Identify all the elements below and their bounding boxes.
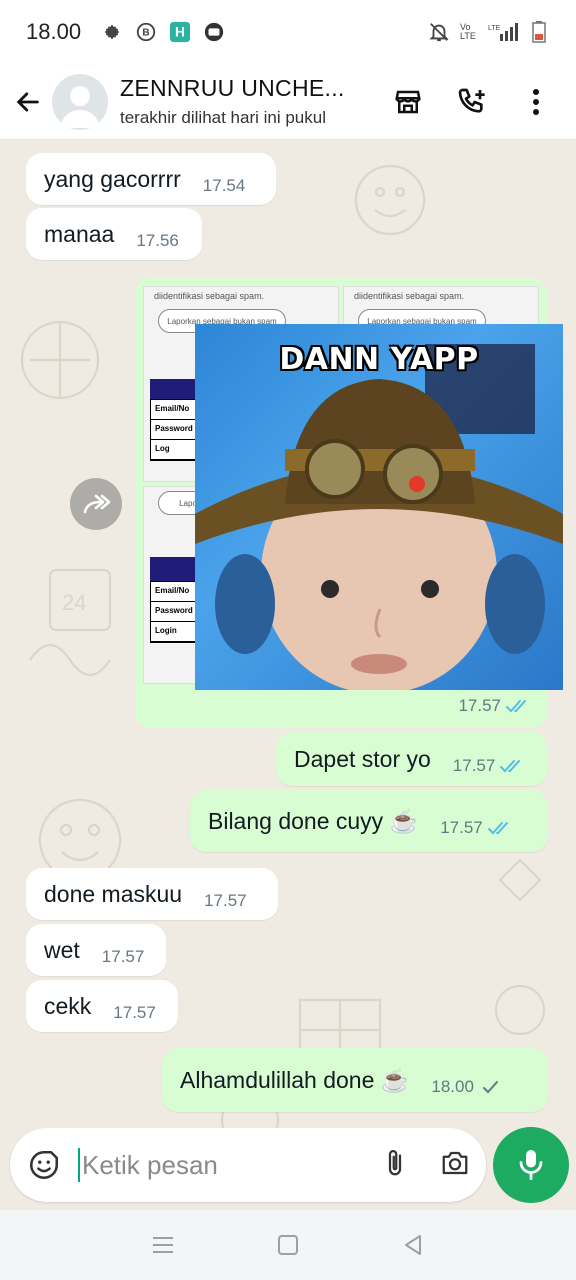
attach-icon[interactable] bbox=[380, 1146, 410, 1185]
status-time: 18.00 bbox=[26, 19, 82, 44]
svg-text:24: 24 bbox=[62, 590, 86, 615]
sent-tick-icon bbox=[482, 1081, 498, 1094]
back-arrow-icon[interactable] bbox=[6, 80, 50, 124]
volte-icon: Vo LTE bbox=[460, 22, 476, 41]
contact-name: ZENNRUU UNCHE... bbox=[120, 75, 345, 101]
message-time: 17.54 bbox=[202, 176, 246, 195]
message-incoming[interactable]: cekk 17.57 bbox=[26, 980, 178, 1032]
spam-text: diidentifikasi sebagai spam. bbox=[354, 291, 465, 301]
message-text: Alhamdulillah done ☕ bbox=[180, 1066, 410, 1093]
message-incoming[interactable]: done maskuu 17.57 bbox=[26, 868, 278, 920]
b-badge-icon: B bbox=[135, 21, 157, 43]
svg-text:LTE: LTE bbox=[488, 25, 501, 32]
meme-caption: DANN YAPP bbox=[279, 342, 479, 377]
read-ticks-icon bbox=[506, 700, 526, 713]
forward-icon[interactable] bbox=[70, 478, 122, 530]
message-composer: Ketik pesan bbox=[10, 1128, 486, 1202]
avatar[interactable] bbox=[52, 73, 108, 130]
message-input[interactable]: Ketik pesan bbox=[78, 1148, 318, 1182]
home-icon[interactable] bbox=[268, 1225, 308, 1265]
message-outgoing[interactable]: Dapet stor yo 17.57 bbox=[276, 732, 548, 786]
status-bar: 18.00 B H Vo LTE LTE bbox=[0, 0, 576, 64]
svg-text:B: B bbox=[142, 28, 149, 39]
settings-icon bbox=[101, 21, 123, 43]
message-time: 17.57 bbox=[204, 891, 247, 910]
read-ticks-icon bbox=[487, 822, 508, 835]
more-vert-icon[interactable] bbox=[520, 86, 552, 118]
message-input-placeholder: Ketik pesan bbox=[82, 1149, 218, 1180]
message-outgoing[interactable]: Bilang done cuyy ☕ 17.57 bbox=[190, 790, 548, 852]
add-call-icon[interactable] bbox=[456, 86, 488, 118]
message-incoming[interactable]: manaa 17.56 bbox=[26, 208, 202, 260]
message-outgoing[interactable]: Alhamdulillah done ☕ 18.00 bbox=[162, 1048, 548, 1112]
system-nav-bar bbox=[0, 1210, 576, 1280]
message-incoming[interactable]: wet 17.57 bbox=[26, 924, 166, 976]
read-ticks-icon bbox=[500, 760, 521, 773]
contact-status: terakhir dilihat hari ini pukul bbox=[120, 108, 326, 127]
store-icon[interactable] bbox=[392, 86, 424, 118]
message-time: 18.00 bbox=[431, 1077, 474, 1096]
message-incoming[interactable]: yang gacorrrr 17.54 bbox=[26, 153, 276, 205]
message-time: 17.57 bbox=[458, 696, 501, 715]
recents-icon[interactable] bbox=[143, 1225, 183, 1265]
signal-icon: LTE bbox=[488, 21, 518, 43]
camera-icon[interactable] bbox=[438, 1148, 472, 1183]
h-app-icon: H bbox=[169, 21, 191, 43]
message-text: cekk bbox=[44, 992, 92, 1019]
image-message[interactable]: diidentifikasi sebagai spam. Laporkan se… bbox=[135, 278, 563, 728]
mic-button[interactable] bbox=[493, 1127, 569, 1203]
message-time: 17.56 bbox=[136, 231, 179, 250]
message-text: yang gacorrrr bbox=[44, 165, 181, 192]
battery-icon bbox=[528, 21, 550, 43]
image-grid[interactable]: diidentifikasi sebagai spam. Laporkan se… bbox=[143, 286, 563, 690]
message-text: wet bbox=[44, 936, 80, 963]
message-text: done maskuu bbox=[44, 880, 183, 907]
spam-text: diidentifikasi sebagai spam. bbox=[154, 291, 265, 301]
message-text: Dapet stor yo bbox=[294, 745, 431, 772]
back-nav-icon[interactable] bbox=[393, 1225, 433, 1265]
message-time: 17.57 bbox=[113, 1003, 156, 1022]
meme-image[interactable]: DANN YAPP bbox=[195, 324, 563, 690]
chat-header: ZENNRUU UNCHE... terakhir dilihat hari i… bbox=[0, 64, 576, 140]
contact-info[interactable]: ZENNRUU UNCHE... terakhir dilihat hari i… bbox=[120, 75, 370, 128]
mute-icon bbox=[428, 21, 450, 43]
message-time: 17.57 bbox=[452, 756, 496, 775]
message-time: 17.57 bbox=[440, 818, 483, 837]
message-text: manaa bbox=[44, 220, 115, 247]
mic-icon bbox=[519, 1150, 543, 1181]
svg-text:H: H bbox=[175, 25, 185, 40]
chat-area[interactable]: 24 yang gacorrrr 17.54 manaa 17.56 diide… bbox=[0, 140, 576, 1130]
message-text: Bilang done cuyy ☕ bbox=[208, 807, 419, 834]
message-time: 17.57 bbox=[101, 947, 145, 966]
chat-app-icon bbox=[203, 21, 225, 43]
sticker-icon[interactable] bbox=[22, 1143, 66, 1187]
